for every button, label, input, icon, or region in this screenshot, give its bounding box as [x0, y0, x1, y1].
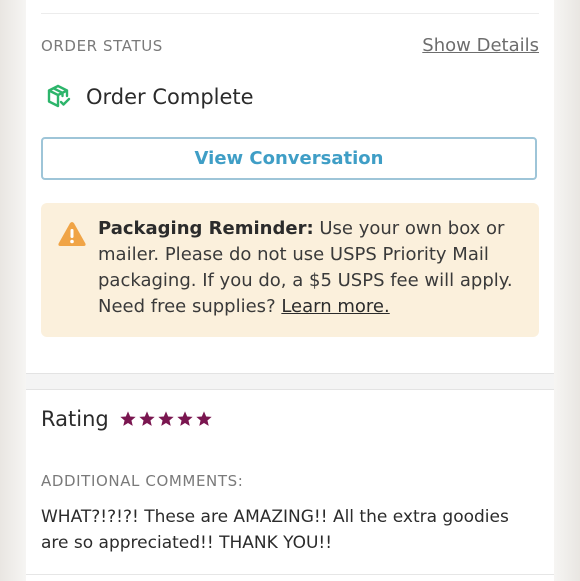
- rating-row: Rating: [41, 407, 214, 431]
- view-conversation-button[interactable]: View Conversation: [41, 137, 537, 180]
- package-check-icon: [47, 84, 71, 108]
- star-icon: [158, 411, 174, 426]
- learn-more-link[interactable]: Learn more.: [281, 296, 389, 317]
- order-status-label: ORDER STATUS: [41, 37, 163, 55]
- divider: [41, 13, 539, 14]
- star-icon: [177, 411, 193, 426]
- warning-triangle-icon: [58, 222, 86, 246]
- star-icon: [120, 411, 136, 426]
- divider: [26, 574, 554, 575]
- order-status-row: Order Complete: [46, 84, 254, 110]
- rating-panel: Rating ADDITIONAL COMMENTS: WHAT?!?!?! T…: [26, 389, 554, 581]
- star-rating: [119, 410, 214, 428]
- star-icon: [139, 411, 155, 426]
- order-status-panel: ORDER STATUS Show Details Order Complete…: [26, 0, 554, 374]
- additional-comments-label: ADDITIONAL COMMENTS:: [41, 472, 244, 490]
- comment-text: WHAT?!?!?! These are AMAZING!! All the e…: [41, 507, 509, 553]
- packaging-reminder-banner: Packaging Reminder: Use your own box or …: [41, 203, 539, 337]
- packaging-reminder-text: Packaging Reminder: Use your own box or …: [98, 216, 523, 320]
- order-status-text: Order Complete: [86, 85, 254, 109]
- section-gap: [26, 374, 554, 389]
- packaging-reminder-title: Packaging Reminder:: [98, 218, 314, 239]
- show-details-link[interactable]: Show Details: [422, 35, 539, 56]
- star-icon: [196, 411, 212, 426]
- rating-title: Rating: [41, 407, 109, 431]
